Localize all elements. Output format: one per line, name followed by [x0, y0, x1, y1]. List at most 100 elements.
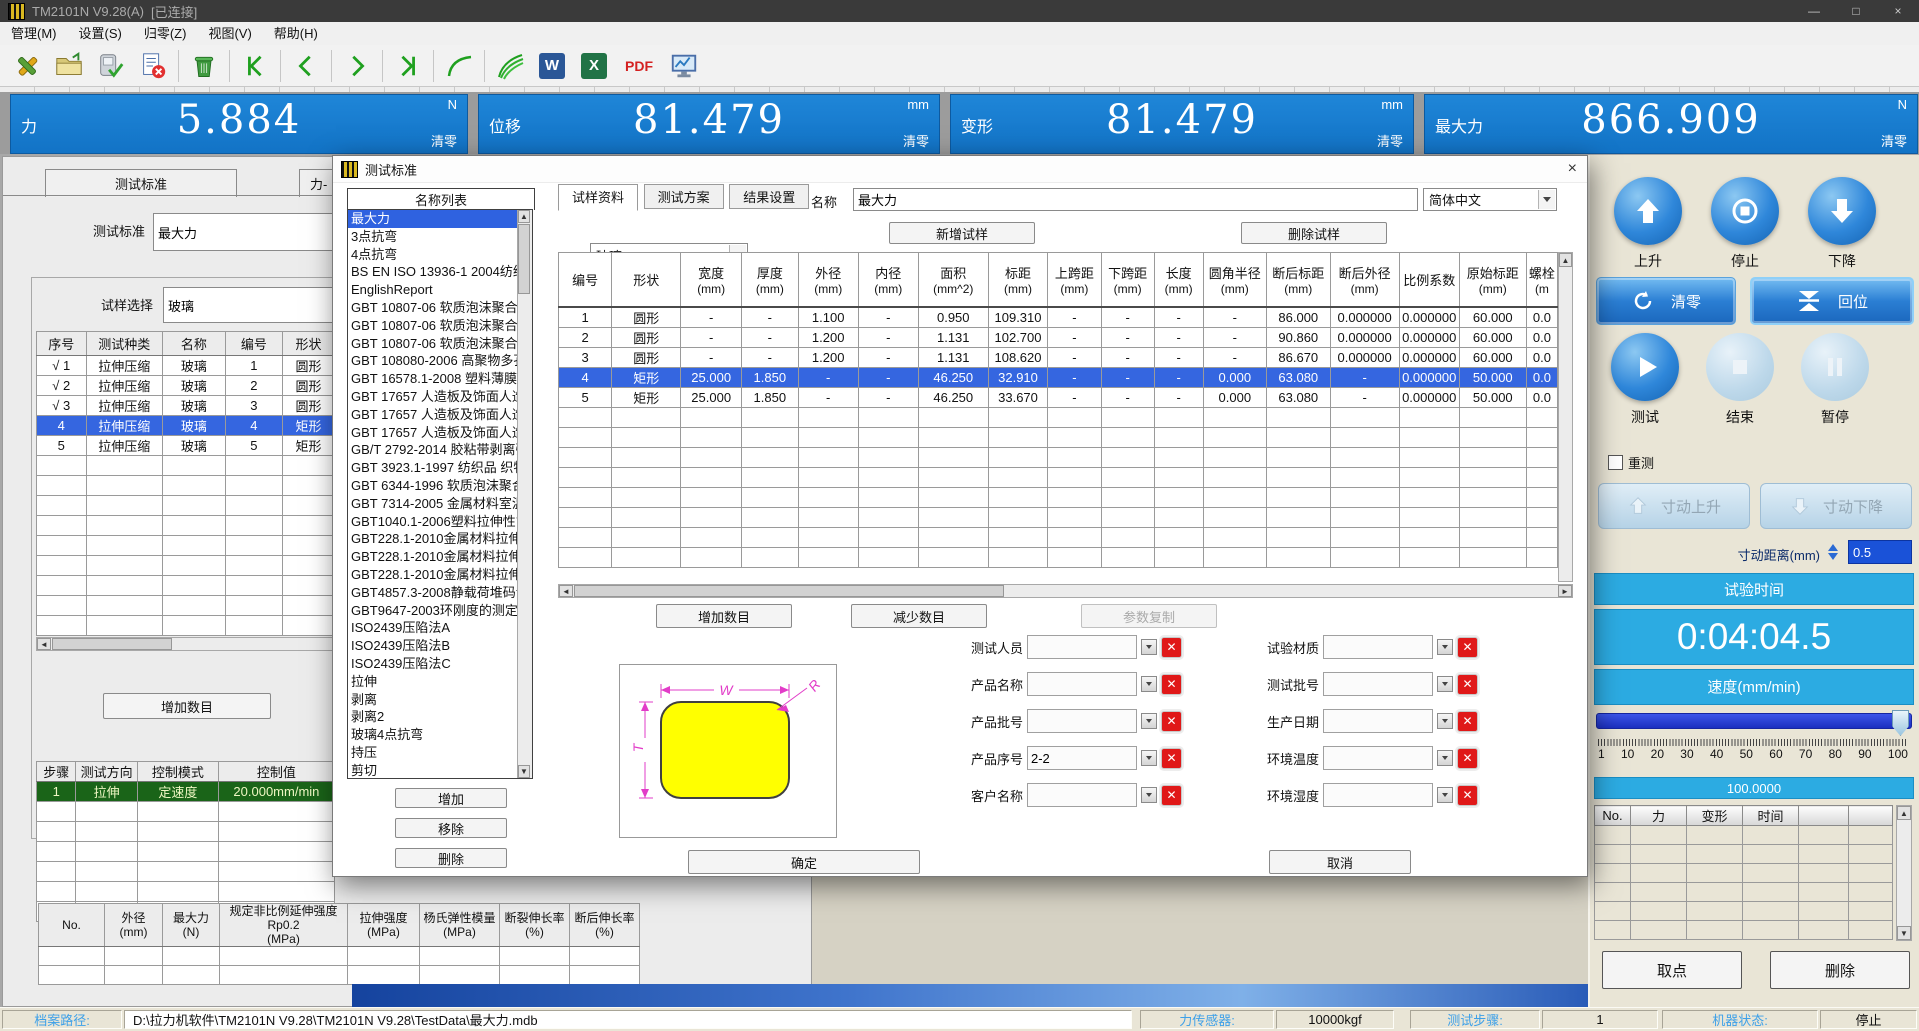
curves-button[interactable]	[489, 47, 531, 85]
table-row[interactable]	[1595, 826, 1893, 845]
table-cell[interactable]	[612, 467, 681, 487]
table-cell[interactable]: -	[1101, 347, 1154, 367]
table-cell[interactable]	[39, 947, 105, 966]
list-item[interactable]: GBT9647-2003环刚度的测定	[348, 602, 517, 620]
table-cell[interactable]	[1267, 427, 1330, 447]
table-cell[interactable]	[1687, 921, 1743, 940]
table-cell[interactable]: 拉伸压缩	[86, 436, 162, 456]
table-cell[interactable]	[1743, 826, 1799, 845]
test-finish-button[interactable]	[1706, 333, 1774, 401]
list-item[interactable]: GBT4857.3-2008静载荷堆码试验	[348, 584, 517, 602]
table-cell[interactable]	[1154, 507, 1203, 527]
add-sample-count-button[interactable]: 增加数目	[103, 693, 271, 719]
table-cell[interactable]: 拉伸压缩	[86, 416, 162, 436]
table-row[interactable]: 1圆形--1.100-0.950109.310----86.0000.00000…	[559, 307, 1558, 328]
table-cell[interactable]: 1.850	[742, 387, 799, 407]
table-cell[interactable]	[918, 407, 988, 427]
list-item[interactable]: GBT228.1-2010金属材料拉伸试验	[348, 548, 517, 566]
table-cell[interactable]: -	[1203, 347, 1266, 367]
table-cell[interactable]	[1203, 447, 1266, 467]
table-cell[interactable]: 2	[559, 327, 612, 347]
table-cell[interactable]	[1595, 864, 1631, 883]
table-cell[interactable]	[1048, 527, 1101, 547]
table-cell[interactable]: -	[1101, 367, 1154, 387]
table-cell[interactable]	[218, 822, 334, 842]
table-cell[interactable]: 1	[559, 307, 612, 328]
crosshead-stop-button[interactable]	[1711, 177, 1779, 245]
table-cell[interactable]	[37, 802, 76, 822]
table-cell[interactable]	[1101, 467, 1154, 487]
table-cell[interactable]	[681, 427, 742, 447]
table-cell[interactable]	[37, 822, 76, 842]
table-cell[interactable]	[681, 487, 742, 507]
table-cell[interactable]	[76, 862, 138, 882]
table-cell[interactable]	[1595, 883, 1631, 902]
table-cell[interactable]	[39, 966, 105, 985]
table-cell[interactable]	[162, 556, 225, 576]
table-cell[interactable]: 86.670	[1267, 347, 1330, 367]
table-cell[interactable]	[918, 487, 988, 507]
table-cell[interactable]	[681, 467, 742, 487]
open-file-button[interactable]	[48, 47, 90, 85]
table-cell[interactable]	[1330, 487, 1399, 507]
table-cell[interactable]	[1399, 507, 1459, 527]
table-cell[interactable]: 102.700	[988, 327, 1047, 347]
table-cell[interactable]	[1330, 467, 1399, 487]
table-cell[interactable]	[137, 842, 218, 862]
list-item[interactable]: ISO2439压陷法B	[348, 637, 517, 655]
table-row[interactable]	[559, 547, 1558, 567]
table-cell[interactable]	[1743, 845, 1799, 864]
table-cell[interactable]	[1048, 467, 1101, 487]
table-cell[interactable]	[162, 476, 225, 496]
table-cell[interactable]	[220, 966, 348, 985]
table-cell[interactable]	[1526, 547, 1557, 567]
table-cell[interactable]	[1330, 447, 1399, 467]
table-cell[interactable]: 定速度	[137, 782, 218, 802]
table-row[interactable]	[37, 496, 335, 516]
field-clear-button[interactable]: ✕	[1457, 711, 1478, 732]
table-row[interactable]	[39, 966, 640, 985]
table-cell[interactable]	[348, 947, 420, 966]
points-table-scrollbar[interactable]: ▲ ▼	[1896, 805, 1912, 941]
table-cell[interactable]	[137, 822, 218, 842]
table-row[interactable]: 5拉伸压缩玻璃5矩形	[37, 436, 335, 456]
table-cell[interactable]	[1203, 507, 1266, 527]
crosshead-down-button[interactable]	[1808, 177, 1876, 245]
list-item[interactable]: GBT 10807-06 软质泡沫聚合材料	[348, 317, 517, 335]
table-cell[interactable]	[988, 447, 1047, 467]
table-row[interactable]	[559, 467, 1558, 487]
list-item[interactable]: GBT 3923.1-1997 纺织品 织物拉	[348, 459, 517, 477]
table-cell[interactable]	[1399, 547, 1459, 567]
table-cell[interactable]: 46.250	[918, 367, 988, 387]
table-cell[interactable]	[163, 947, 220, 966]
table-cell[interactable]	[218, 882, 334, 902]
table-cell[interactable]	[1330, 427, 1399, 447]
table-cell[interactable]	[612, 547, 681, 567]
trash-button[interactable]	[183, 47, 225, 85]
jog-up-button[interactable]: 寸动上升	[1598, 483, 1750, 529]
table-cell[interactable]	[37, 476, 87, 496]
menu-settings[interactable]: 设置(S)	[68, 22, 133, 45]
table-cell[interactable]	[137, 802, 218, 822]
cancel-button[interactable]: 取消	[1269, 850, 1411, 874]
table-cell[interactable]	[988, 527, 1047, 547]
table-cell[interactable]	[1203, 527, 1266, 547]
table-cell[interactable]: 0.0	[1526, 307, 1557, 328]
table-cell[interactable]	[1267, 527, 1330, 547]
table-row[interactable]	[1595, 883, 1893, 902]
field-clear-button[interactable]: ✕	[1457, 674, 1478, 695]
minimize-button[interactable]: —	[1793, 0, 1835, 22]
table-cell[interactable]	[37, 456, 87, 476]
table-cell[interactable]: 25.000	[681, 367, 742, 387]
table-cell[interactable]	[1048, 547, 1101, 567]
table-cell[interactable]	[225, 456, 282, 476]
table-cell[interactable]	[1743, 883, 1799, 902]
table-cell[interactable]: 109.310	[988, 307, 1047, 328]
table-cell[interactable]: -	[1330, 387, 1399, 407]
clear-deformation-button[interactable]: 清零	[1377, 131, 1403, 150]
table-row[interactable]	[559, 507, 1558, 527]
table-cell[interactable]	[570, 947, 640, 966]
table-cell[interactable]	[37, 616, 87, 636]
table-cell[interactable]: 46.250	[918, 387, 988, 407]
field-clear-button[interactable]: ✕	[1161, 748, 1182, 769]
